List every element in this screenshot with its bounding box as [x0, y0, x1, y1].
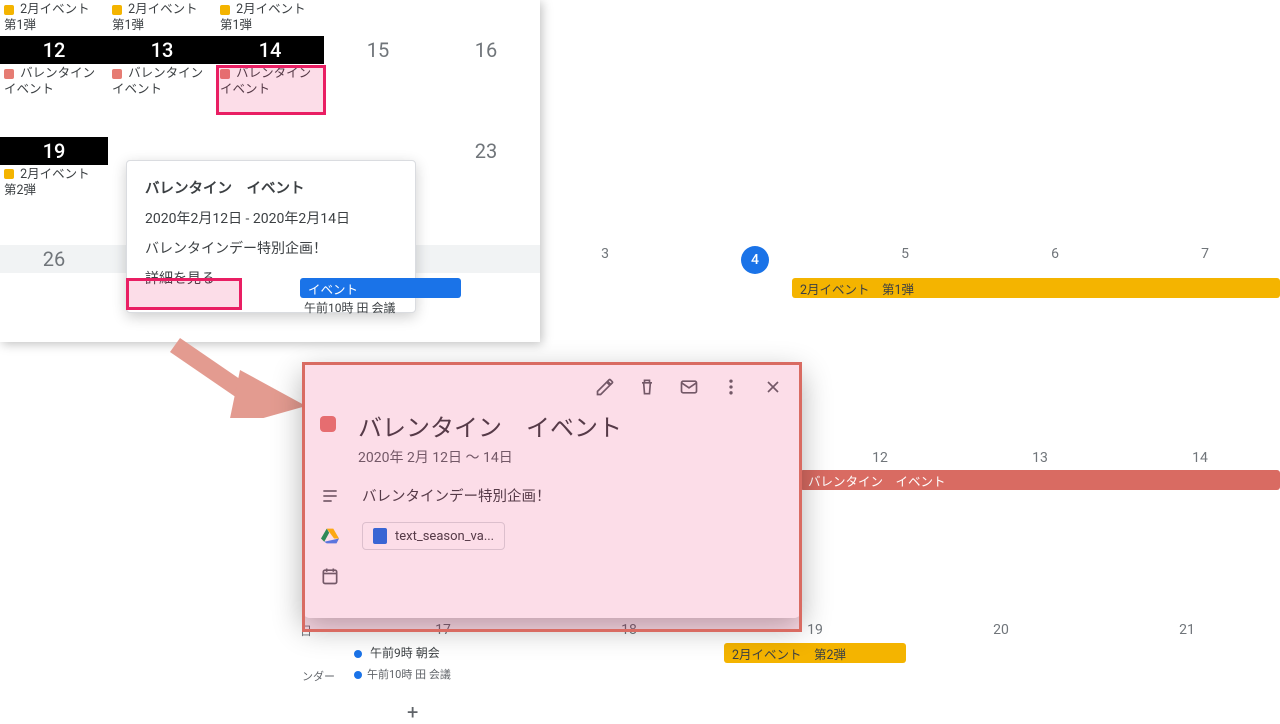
- mini-event-valentine[interactable]: バレンタイン イベント: [0, 64, 108, 101]
- tooltip-range: 2020年2月12日 - 2020年2月14日: [145, 208, 397, 228]
- calendar-event-row: 午前9時 朝会 2月イベント 第2弾: [300, 643, 1280, 665]
- mini-row-events-1: バレンタイン イベント バレンタイン イベント バレンタイン イベント: [0, 64, 540, 101]
- arrow-icon: [170, 320, 310, 418]
- attachment-name: text_season_va...: [395, 529, 494, 544]
- mini-date[interactable]: 14: [216, 36, 324, 64]
- calendar-day[interactable]: 3: [530, 240, 680, 278]
- card-calendar-row: [320, 566, 784, 586]
- mini-date[interactable]: 26: [0, 245, 108, 273]
- calendar-date-row: 3 4 5 6 7: [300, 240, 1280, 278]
- calendar-icon: [320, 566, 340, 586]
- calendar-day[interactable]: 17: [350, 616, 536, 643]
- mini-date[interactable]: 16: [432, 36, 540, 64]
- pink-dot-icon: [220, 69, 230, 79]
- calendar-day[interactable]: 6: [980, 240, 1130, 278]
- event-label: バレンタイン イベント: [808, 471, 946, 490]
- event-label: イベント: [308, 279, 358, 298]
- event-text: バレンタイン イベント: [4, 66, 108, 97]
- calendar-day[interactable]: 14: [1120, 444, 1280, 470]
- tooltip-title: バレンタイン イベント: [145, 177, 397, 198]
- event-label: 2月イベント 第2弾: [732, 644, 846, 663]
- mini-date[interactable]: 15: [324, 36, 432, 64]
- meeting-entry[interactable]: 午前9時 朝会: [350, 643, 536, 665]
- notes-icon: [320, 486, 340, 506]
- attachment-chip[interactable]: text_season_va...: [362, 522, 505, 550]
- card-header: バレンタイン イベント 2020年 2月 12日 〜 14日: [320, 408, 784, 467]
- calendar-event-row: イベント 2月イベント 第1弾: [300, 278, 1280, 298]
- calendar-day[interactable]: 21: [1094, 616, 1280, 643]
- mini-date[interactable]: 12: [0, 36, 108, 64]
- event-bar-amber[interactable]: 2月イベント 第1弾: [792, 278, 1280, 298]
- card-description: バレンタインデー特別企画！: [362, 485, 551, 506]
- mini-event-amber[interactable]: 2月イベント 第2弾: [0, 165, 108, 202]
- event-text: バレンタイン イベント: [220, 66, 324, 97]
- event-detail-card: バレンタイン イベント 2020年 2月 12日 〜 14日 バレンタインデー特…: [302, 362, 802, 618]
- pink-dot-icon: [112, 69, 122, 79]
- event-text: 2月イベント 第2弾: [4, 167, 102, 198]
- drive-icon: [320, 527, 340, 545]
- mini-event-valentine[interactable]: バレンタイン イベント: [108, 64, 216, 101]
- calendar-day[interactable]: 20: [908, 616, 1094, 643]
- calendar-day[interactable]: 5: [830, 240, 980, 278]
- card-date-range: 2020年 2月 12日 〜 14日: [358, 447, 622, 467]
- card-attachment-row: text_season_va...: [320, 522, 784, 550]
- event-bar-blue[interactable]: イベント: [300, 278, 461, 298]
- event-text: 2月イベント 第1弾: [220, 2, 318, 33]
- add-button[interactable]: +: [407, 700, 427, 720]
- event-color-icon: [320, 416, 336, 432]
- event-text: 2月イベント 第1弾: [112, 2, 210, 33]
- event-text: 2月イベント 第1弾: [4, 2, 102, 33]
- partial-label: 日: [300, 616, 350, 643]
- amber-dot-icon: [112, 5, 122, 15]
- meeting-entry[interactable]: 午前10時 田 会議: [350, 665, 536, 687]
- calendar-day[interactable]: 12: [800, 444, 960, 470]
- close-icon[interactable]: [762, 376, 784, 398]
- calendar-day[interactable]: 19: [722, 616, 908, 643]
- more-icon[interactable]: [720, 376, 742, 398]
- event-text: バレンタイン イベント: [112, 66, 216, 97]
- card-title: バレンタイン イベント: [358, 408, 622, 443]
- mini-date[interactable]: 23: [432, 137, 540, 165]
- card-description-row: バレンタインデー特別企画！: [320, 485, 784, 506]
- doc-icon: [373, 528, 387, 544]
- card-action-row: [320, 376, 784, 398]
- event-label: 2月イベント 第1弾: [800, 279, 914, 298]
- calendar-day[interactable]: 18: [536, 616, 722, 643]
- mini-event-amber[interactable]: 2月イベント 第1弾: [108, 0, 216, 36]
- calendar-detail-row: 午前10時 田 会議: [300, 298, 1280, 324]
- amber-dot-icon: [4, 5, 14, 15]
- mini-event-amber[interactable]: 2月イベント 第1弾: [0, 0, 108, 36]
- event-bar-salmon[interactable]: バレンタイン イベント: [800, 470, 1280, 490]
- mini-event-valentine[interactable]: バレンタイン イベント: [216, 64, 324, 101]
- calendar-label: ンダー: [300, 665, 350, 687]
- calendar-day-today[interactable]: 4: [680, 240, 830, 278]
- mini-date-row-1: 12 13 14 15 16: [0, 36, 540, 64]
- calendar-date-row: 日 17 18 19 20 21: [300, 616, 1280, 643]
- edit-icon[interactable]: [594, 376, 616, 398]
- tooltip-detail-link[interactable]: 詳細を見る: [145, 271, 215, 287]
- calendar-day[interactable]: 13: [960, 444, 1120, 470]
- pink-dot-icon: [4, 69, 14, 79]
- mini-date[interactable]: 19: [0, 137, 108, 165]
- event-bar-amber[interactable]: 2月イベント 第2弾: [724, 643, 906, 663]
- mini-event-amber[interactable]: 2月イベント 第1弾: [216, 0, 324, 36]
- calendar-day[interactable]: 7: [1130, 240, 1280, 278]
- meeting-entry[interactable]: 午前10時 田 会議: [300, 298, 1280, 324]
- calendar-event-row: ンダー 午前10時 田 会議: [300, 665, 1280, 687]
- mail-icon[interactable]: [678, 376, 700, 398]
- mini-row-events-0: 2月イベント 第1弾 2月イベント 第1弾 2月イベント 第1弾: [0, 0, 540, 36]
- trash-icon[interactable]: [636, 376, 658, 398]
- amber-dot-icon: [220, 5, 230, 15]
- mini-date[interactable]: 13: [108, 36, 216, 64]
- amber-dot-icon: [4, 169, 14, 179]
